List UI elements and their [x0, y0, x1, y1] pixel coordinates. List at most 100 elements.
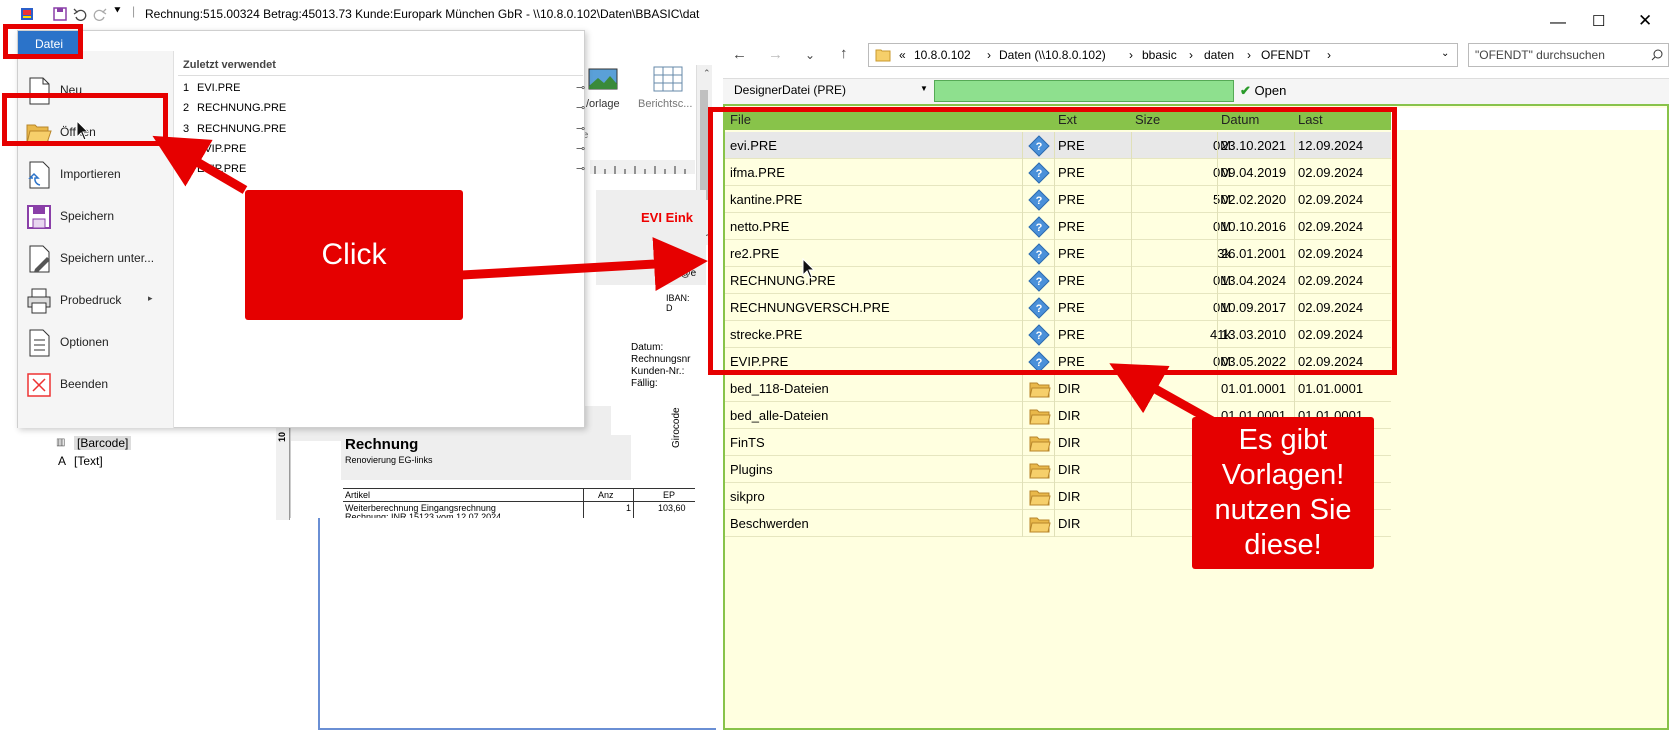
text-tree-icon: A	[58, 454, 67, 468]
address-dropdown-icon[interactable]: ⌄	[1441, 48, 1449, 59]
cell-ext: DIR	[1058, 435, 1081, 450]
menu-item-importieren[interactable]: Importieren	[18, 153, 174, 195]
path-segment[interactable]: daten	[1204, 48, 1234, 62]
menu-item-optionen[interactable]: Optionen	[18, 321, 174, 363]
click-callout: Click	[245, 190, 463, 320]
path-segment[interactable]: bbasic	[1142, 48, 1177, 62]
recent-item[interactable]: 5 EVIP.PRE ⊸	[183, 160, 586, 180]
maximize-button[interactable]: ☐	[1592, 12, 1605, 30]
folder-icon	[875, 49, 891, 62]
mouse-cursor-icon	[802, 258, 816, 279]
file-row[interactable]: bed_118-Dateien DIR 01.01.0001 01.01.0001	[725, 375, 1391, 402]
path-chevron-icon: ›	[1327, 48, 1331, 62]
folder-icon	[1029, 409, 1051, 425]
recent-item[interactable]: 1 EVI.PRE ⊸	[183, 79, 585, 99]
folder-icon	[1029, 436, 1051, 452]
window-title: Rechnung:515.00324 Betrag:45013.73 Kunde…	[145, 7, 700, 21]
undo-icon[interactable]	[73, 7, 87, 21]
back-arrow-icon[interactable]: ←	[732, 46, 747, 63]
cell-name: Beschwerden	[730, 516, 809, 531]
header-filler	[1391, 108, 1667, 130]
template-image-icon[interactable]	[588, 68, 618, 90]
quick-access-dropdown-icon[interactable]: ⯆	[113, 5, 122, 18]
search-input[interactable]: "OFENDT" durchsuchen	[1468, 43, 1669, 67]
menu-item-speichern-unter[interactable]: Speichern unter...	[18, 237, 174, 279]
scroll-up-icon[interactable]: ⌃	[703, 68, 711, 79]
path-chevron-icon: ›	[1247, 48, 1251, 62]
save-as-icon	[29, 245, 50, 273]
path-segment[interactable]: OFENDT	[1261, 48, 1310, 62]
meta-labels: Datum: Rechnungsnr Kunden-Nr.: Fällig:	[631, 342, 691, 389]
redo-icon[interactable]	[93, 7, 107, 21]
vertical-ruler: 10	[276, 420, 290, 520]
minimize-button[interactable]: —	[1550, 14, 1566, 32]
girocode-label: Girocode	[671, 407, 682, 448]
hint-callout: Es gibt Vorlagen! nutzen Sie diese!	[1192, 417, 1374, 569]
vorlage-label[interactable]: /orlage	[586, 98, 620, 110]
cell-datum: 01.01.0001	[1221, 381, 1287, 396]
recent-divider	[178, 75, 583, 76]
recent-item[interactable]: 4 EVIP.PRE ⊸	[183, 140, 586, 160]
pin-icon: ⊸	[576, 102, 586, 114]
options-icon	[29, 329, 50, 357]
title-bar: ⯆ | Rechnung:515.00324 Betrag:45013.73 K…	[0, 0, 700, 28]
menu-item-probedruck[interactable]: Probedruck ▸	[18, 279, 174, 321]
berichts-label[interactable]: Berichtsc...	[638, 98, 692, 110]
exit-icon	[27, 373, 51, 397]
cell-ext: DIR	[1058, 489, 1081, 504]
cell-ext: DIR	[1058, 516, 1081, 531]
search-placeholder: "OFENDT" durchsuchen	[1475, 48, 1605, 62]
tree-item-barcode[interactable]: [Barcode]	[74, 436, 132, 450]
horizontal-ruler	[590, 160, 695, 174]
recent-item[interactable]: 3 RECHNUNG.PRE ⊸	[183, 120, 586, 140]
path-segment[interactable]: 10.8.0.102	[914, 48, 971, 62]
invoice-table: Artikel Anz EP Weiterberechnung Eingangs…	[343, 488, 695, 522]
doc-scroll-thumb[interactable]	[700, 90, 708, 200]
address-bar[interactable]: « 10.8.0.102 › Daten (\\10.8.0.102) › bb…	[868, 43, 1458, 67]
pin-icon: ⊸	[576, 123, 586, 135]
save-icon	[27, 205, 51, 229]
folder-icon	[1029, 463, 1051, 479]
import-icon	[28, 161, 50, 189]
path-segment[interactable]: Daten (\\10.8.0.102)	[999, 48, 1106, 62]
menu-item-beenden[interactable]: Beenden	[18, 363, 174, 405]
check-icon: ✔	[1240, 83, 1251, 98]
folder-icon	[1029, 490, 1051, 506]
search-icon	[1651, 49, 1663, 61]
cell-name: bed_118-Dateien	[730, 381, 829, 396]
title-separator: |	[132, 4, 136, 18]
up-arrow-icon[interactable]: ↑	[840, 45, 848, 62]
filename-input[interactable]	[934, 80, 1234, 102]
email-fragment: il@e	[676, 268, 697, 279]
invoice-subtitle: Renovierung EG-links	[345, 455, 433, 465]
pin-icon: ⊸	[576, 143, 586, 155]
menu-item-speichern[interactable]: Speichern	[18, 195, 174, 237]
app-icon	[21, 8, 33, 20]
save-icon[interactable]	[53, 7, 67, 21]
cell-name: Plugins	[730, 462, 773, 477]
recent-header: Zuletzt verwendet	[183, 59, 276, 71]
report-grid-icon[interactable]	[653, 66, 683, 92]
cell-last: 01.01.0001	[1298, 381, 1364, 396]
designer-canvas-lower	[318, 518, 716, 730]
path-chevron-icon: ›	[987, 48, 991, 62]
recent-item[interactable]: 2 RECHNUNG.PRE ⊸	[183, 99, 586, 119]
highlight-templates	[708, 107, 1397, 375]
highlight-datei	[3, 24, 83, 59]
path-chevron-icon: ›	[1129, 48, 1133, 62]
open-button[interactable]: ✔ Open	[1240, 80, 1340, 102]
forward-arrow-icon[interactable]: →	[768, 46, 783, 63]
recent-locations-icon[interactable]: ⌄	[805, 48, 815, 62]
pin-icon: ⊸	[576, 163, 586, 175]
printer-icon	[27, 288, 51, 314]
path-prefix: «	[899, 48, 906, 62]
evi-header: EVI Eink	[641, 210, 694, 225]
file-type-select[interactable]: DesignerDatei (PRE) ▼	[726, 80, 934, 102]
folder-icon	[1029, 382, 1051, 398]
close-button[interactable]: ✕	[1638, 11, 1652, 31]
cell-ext: DIR	[1058, 408, 1081, 423]
cell-name: sikpro	[730, 489, 765, 504]
tree-item-text[interactable]: [Text]	[74, 454, 103, 468]
submenu-arrow-icon: ▸	[148, 293, 153, 303]
cell-ext: DIR	[1058, 462, 1081, 477]
